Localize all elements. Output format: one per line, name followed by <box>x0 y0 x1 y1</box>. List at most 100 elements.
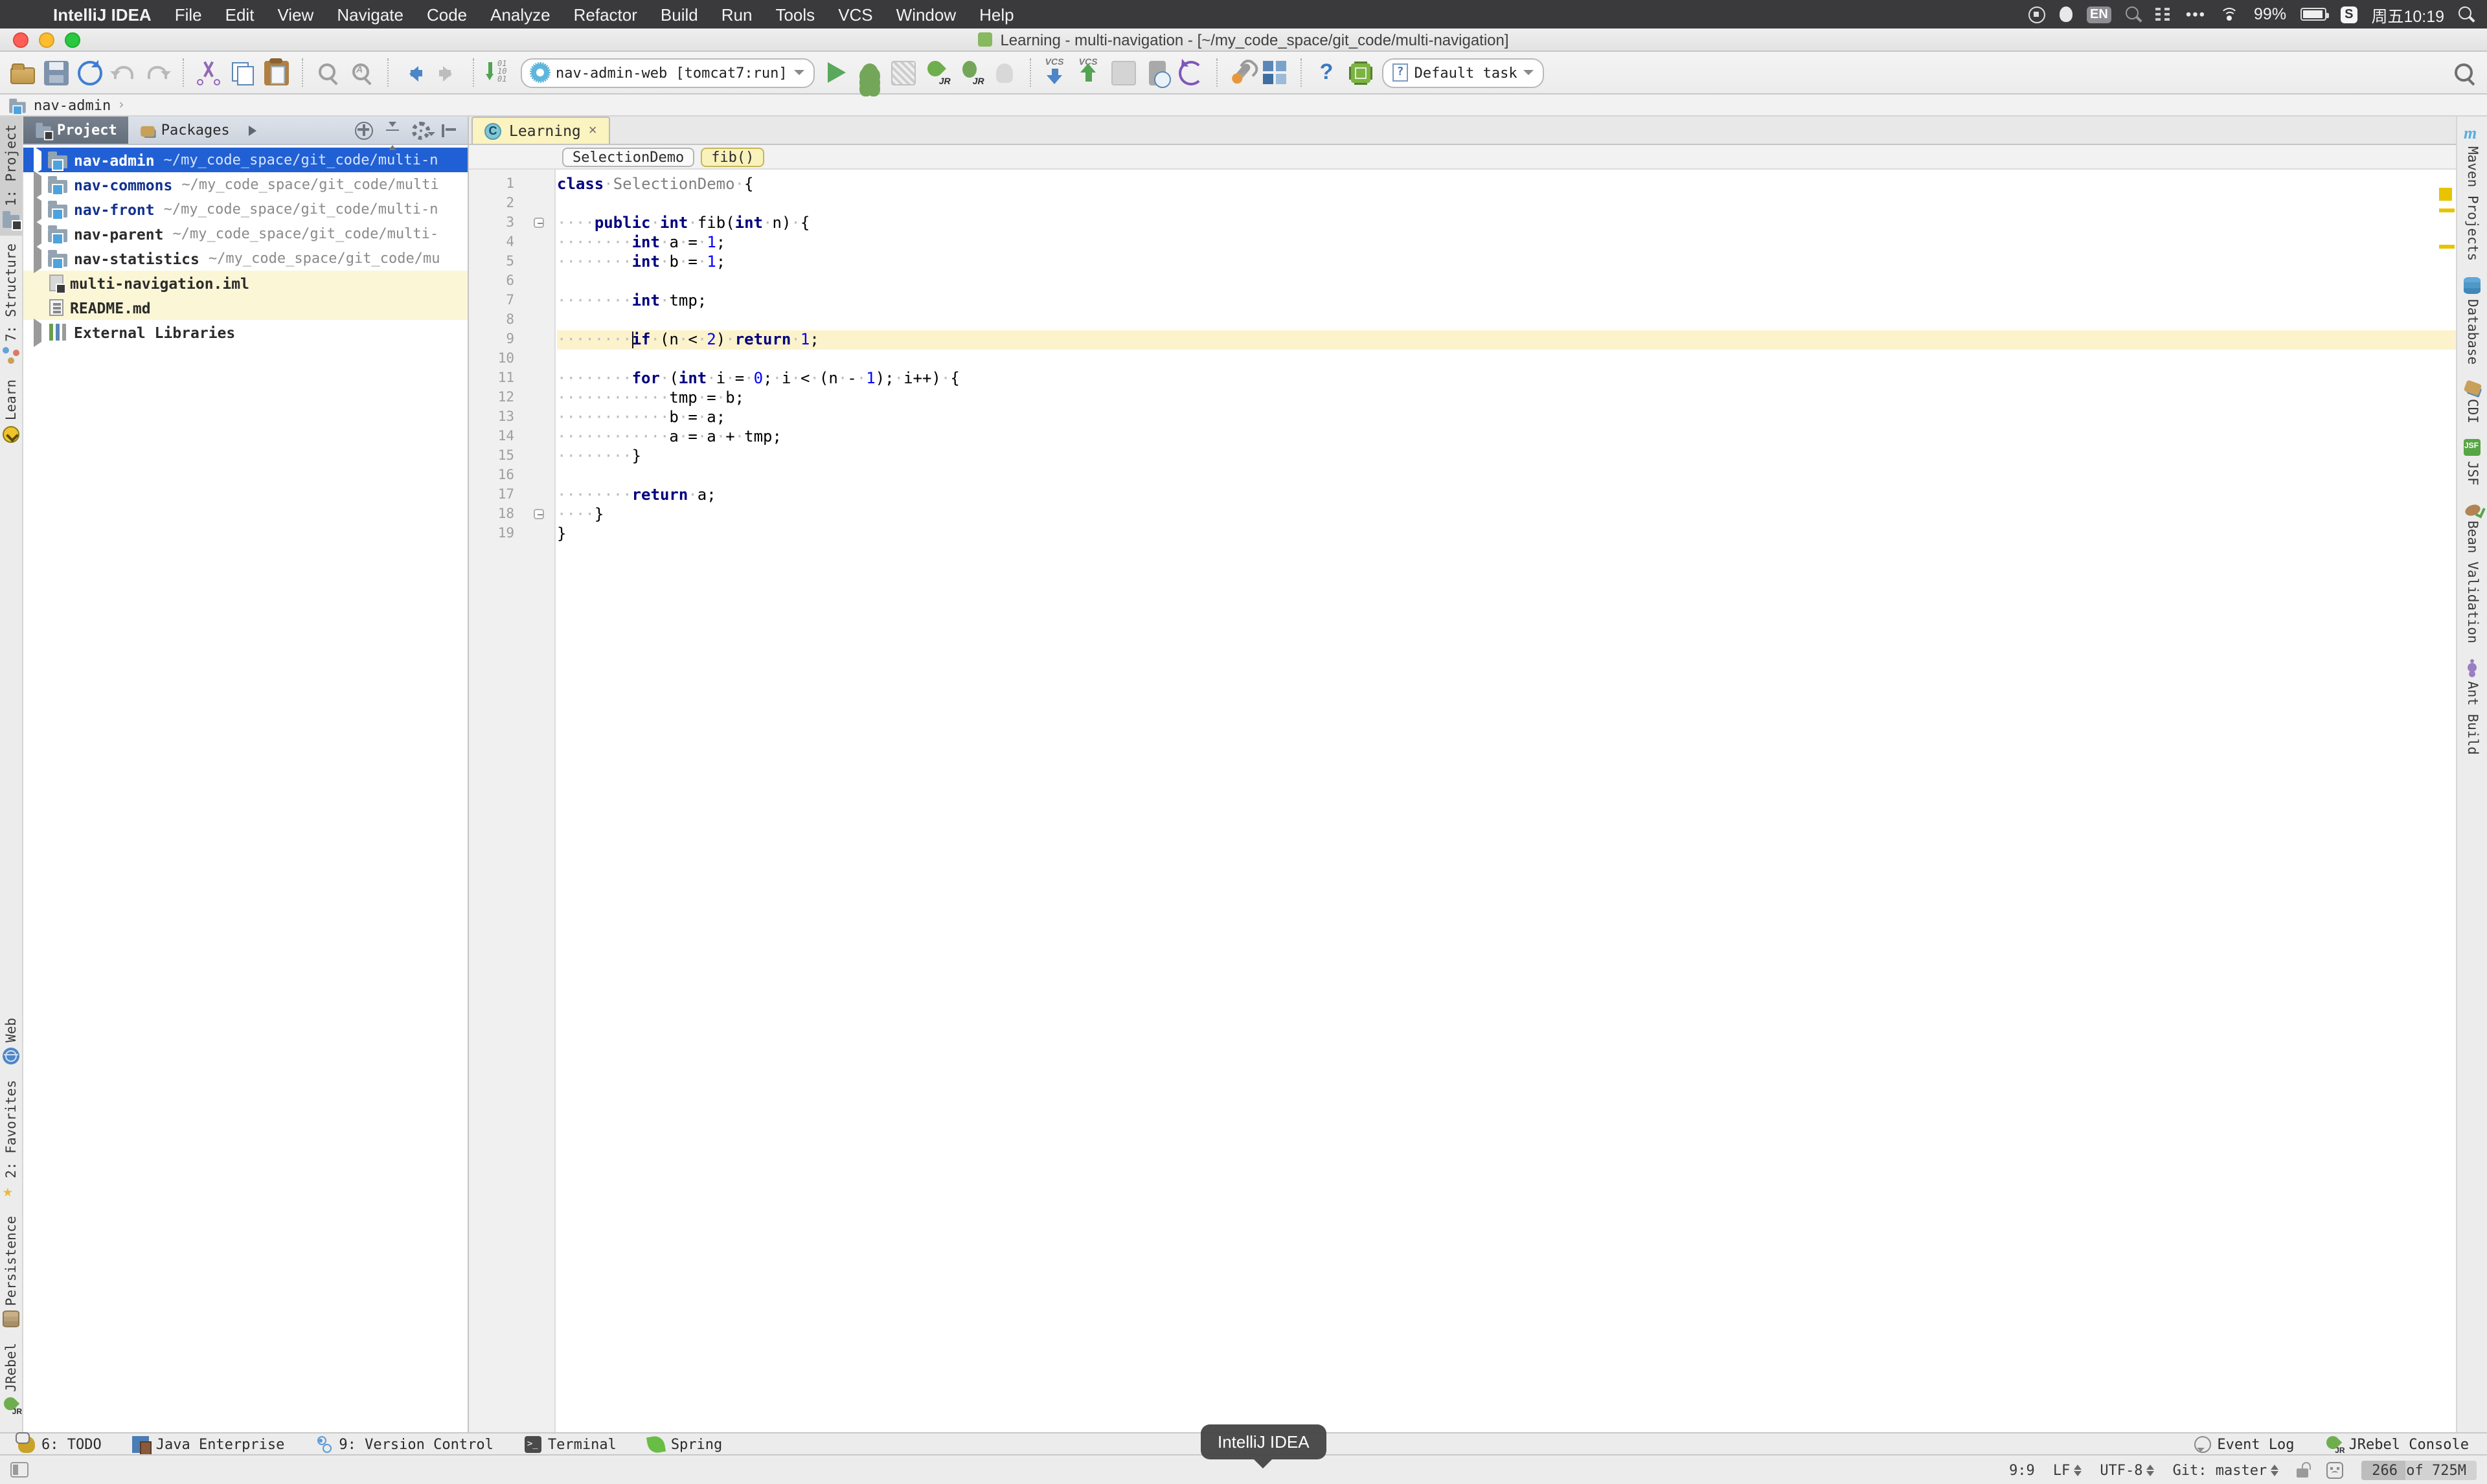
code-line-2[interactable]: 2 <box>469 194 2456 214</box>
ime-s-badge[interactable]: S <box>2341 6 2357 23</box>
stripe-button-jsf[interactable]: JSF <box>2461 431 2483 493</box>
sort-icon[interactable]: 01 10 01 <box>486 60 512 85</box>
code-line-6[interactable]: 6 <box>469 272 2456 291</box>
screen-record-icon[interactable] <box>2028 6 2045 23</box>
wifi-icon[interactable] <box>2220 7 2240 21</box>
tree-row-nav-parent[interactable]: nav-parent ~/my_code_space/git_code/multi… <box>23 219 468 248</box>
code-line-16[interactable]: 16 <box>469 466 2456 486</box>
input-source-badge[interactable]: EN <box>2086 6 2112 23</box>
caret-position[interactable]: 9:9 <box>2009 1461 2035 1478</box>
close-window-button[interactable] <box>13 32 28 48</box>
toolwindow-button-java-enterprise[interactable]: Java Enterprise <box>132 1435 284 1455</box>
tree-expand-arrow[interactable] <box>34 195 48 223</box>
run-icon[interactable] <box>824 60 848 85</box>
stripe-button-web[interactable]: Web <box>0 1009 22 1072</box>
minimize-window-button[interactable] <box>39 32 54 48</box>
tree-row-readme-md[interactable]: README.md <box>23 295 468 320</box>
toolwindow-button-jrebel-console[interactable]: JRebel Console <box>2326 1435 2469 1455</box>
menu-intellij-idea[interactable]: IntelliJ IDEA <box>41 5 163 24</box>
stripe-button-learn[interactable]: Learn <box>0 372 22 450</box>
hide-panel-icon[interactable] <box>440 121 459 139</box>
code-line-18[interactable]: 18 ····} <box>469 505 2456 524</box>
breadcrumb-selectiondemo[interactable]: SelectionDemo <box>562 147 695 166</box>
display-bars-icon[interactable] <box>2155 6 2172 22</box>
toolwindow-button-6-todo[interactable]: 6: TODO <box>16 1432 102 1452</box>
tree-row-external-libraries[interactable]: External Libraries <box>23 318 468 346</box>
menu-refactor[interactable]: Refactor <box>562 5 649 24</box>
tree-expand-arrow[interactable] <box>34 146 48 174</box>
menu-view[interactable]: View <box>266 5 325 24</box>
copy-icon[interactable] <box>231 60 255 85</box>
save-icon[interactable] <box>44 60 69 85</box>
help-icon[interactable] <box>1315 59 1339 85</box>
jrebel-run-icon[interactable]: JR <box>925 60 951 86</box>
stripe-button-7-structure[interactable]: 7: Structure <box>0 236 22 372</box>
sync-icon[interactable] <box>78 60 102 85</box>
menu-tools[interactable]: Tools <box>764 5 826 24</box>
code-line-8[interactable]: 8 <box>469 311 2456 330</box>
scroll-to-source-icon[interactable] <box>355 121 373 139</box>
fold-column[interactable] <box>526 214 557 233</box>
code-line-19[interactable]: 19} <box>469 524 2456 544</box>
history-icon[interactable] <box>1148 60 1171 87</box>
stripe-button-jrebel[interactable]: JRebel <box>0 1335 22 1422</box>
menu-edit[interactable]: Edit <box>214 5 266 24</box>
line-ending-select[interactable]: LF <box>2053 1460 2082 1479</box>
editor-error-stripe[interactable] <box>2438 170 2456 1432</box>
more-status-icon[interactable]: ••• <box>2186 5 2206 23</box>
editor-tab-learning[interactable]: C Learning × <box>471 117 610 144</box>
tree-row-multi-navigation-iml[interactable]: multi-navigation.iml <box>23 271 468 295</box>
forward-icon[interactable] <box>435 60 460 85</box>
zoom-window-button[interactable] <box>65 32 80 48</box>
coverage-icon[interactable] <box>891 60 916 85</box>
menu-analyze[interactable]: Analyze <box>479 5 562 24</box>
code-line-17[interactable]: 17 ········return·a; <box>469 486 2456 505</box>
stripe-button-persistence[interactable]: Persistence <box>0 1208 22 1335</box>
code-line-14[interactable]: 14 ············a·=·a·+·tmp; <box>469 427 2456 447</box>
stripe-button-bean-validation[interactable]: Bean Validation <box>2462 493 2482 651</box>
memory-indicator[interactable]: 266 of 725M <box>2361 1460 2477 1479</box>
vcs-branch-select[interactable]: Git: master <box>2173 1460 2279 1479</box>
toolwindow-button-9-version-control[interactable]: 9: Version Control <box>315 1435 494 1452</box>
vcs-update-icon[interactable]: VCS <box>1044 58 1069 85</box>
more-tabs-arrow-icon[interactable] <box>249 125 262 135</box>
stripe-button-ant-build[interactable]: Ant Build <box>2461 651 2483 763</box>
code-line-1[interactable]: 1 class·SelectionDemo·{ <box>469 175 2456 194</box>
tree-row-nav-statistics[interactable]: nav-statistics ~/my_code_space/git_code/m… <box>23 244 468 273</box>
collapse-all-icon[interactable] <box>383 121 402 150</box>
code-line-4[interactable]: 4 ········int·a·=·1; <box>469 233 2456 253</box>
tree-expand-arrow[interactable] <box>34 219 48 248</box>
redo-icon[interactable] <box>145 60 171 85</box>
toolwindow-button-spring[interactable]: Spring <box>646 1433 722 1454</box>
breadcrumb-fib[interactable]: fib() <box>701 147 765 166</box>
undo-icon[interactable] <box>110 60 136 85</box>
task-selector[interactable]: Default task <box>1381 58 1545 87</box>
code-editor[interactable]: 1 class·SelectionDemo·{2 3 ····public·int·f… <box>469 170 2456 1432</box>
tree-row-nav-commons[interactable]: nav-commons ~/my_code_space/git_code/mult… <box>23 170 468 199</box>
code-line-11[interactable]: 11 ········for·(int·i·=·0;·i·<·(n·-·1);·i… <box>469 369 2456 388</box>
sogou-icon[interactable] <box>2126 6 2142 22</box>
settings-icon[interactable] <box>1232 62 1252 84</box>
search-everywhere-icon[interactable] <box>2452 60 2477 85</box>
spotlight-icon[interactable] <box>2459 6 2474 22</box>
memory-chip-icon[interactable] <box>1350 63 1370 82</box>
tree-expand-arrow[interactable] <box>34 318 48 346</box>
debug-icon[interactable] <box>861 63 878 82</box>
menu-build[interactable]: Build <box>649 5 710 24</box>
code-line-15[interactable]: 15 ········} <box>469 447 2456 466</box>
menu-file[interactable]: File <box>163 5 214 24</box>
stripe-mark[interactable] <box>2439 208 2455 212</box>
profile-disabled-icon[interactable] <box>995 63 1013 82</box>
toolwindow-button-event-log[interactable]: Event Log <box>2194 1435 2295 1452</box>
stripe-button-database[interactable]: Database <box>2461 269 2483 372</box>
navbar-path[interactable]: nav-admin <box>34 96 111 113</box>
toolwindow-button-terminal[interactable]: Terminal <box>524 1435 617 1452</box>
stripe-button-2-favorites[interactable]: 2: Favorites ★ <box>0 1072 22 1208</box>
project-structure-icon[interactable] <box>1262 60 1288 85</box>
menu-help[interactable]: Help <box>968 5 1026 24</box>
inspection-status-square[interactable] <box>2439 188 2452 201</box>
paste-icon[interactable] <box>264 58 289 85</box>
tree-expand-arrow[interactable] <box>34 170 48 199</box>
toolwindow-switcher-icon[interactable] <box>10 1462 28 1478</box>
menubar-clock[interactable]: 周五10:19 <box>2371 2 2444 27</box>
